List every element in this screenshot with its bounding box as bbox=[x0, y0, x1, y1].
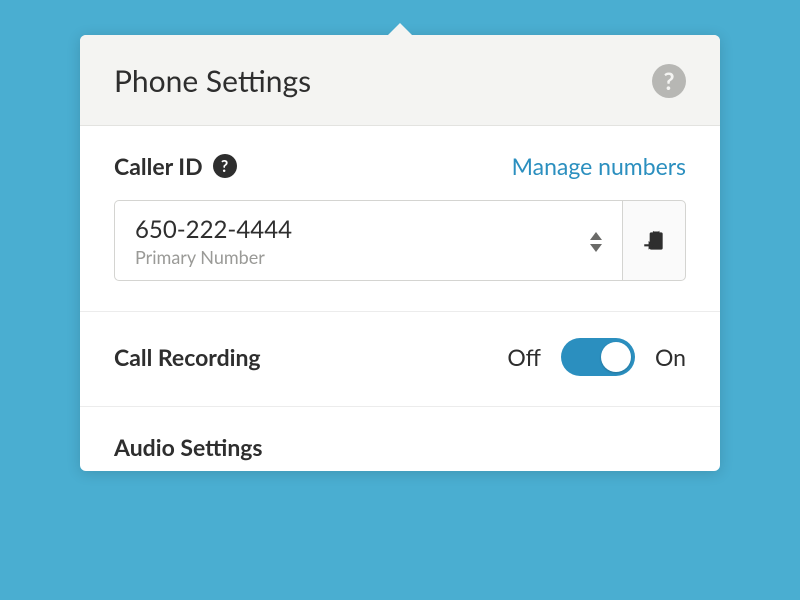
caller-id-section: Caller ID ? Manage numbers 650-222-4444 … bbox=[80, 126, 720, 312]
stepper-icon bbox=[590, 232, 602, 252]
panel-header: Phone Settings ? bbox=[80, 35, 720, 126]
paste-button[interactable] bbox=[622, 200, 686, 281]
manage-numbers-link[interactable]: Manage numbers bbox=[512, 152, 686, 180]
panel-title: Phone Settings bbox=[114, 63, 311, 99]
call-recording-label: Call Recording bbox=[114, 343, 261, 371]
call-recording-toggle[interactable] bbox=[561, 338, 635, 376]
off-label: Off bbox=[507, 343, 541, 371]
chevron-down-icon bbox=[590, 244, 602, 252]
paste-icon bbox=[641, 228, 667, 254]
call-recording-label-text: Call Recording bbox=[114, 343, 261, 371]
on-label: On bbox=[655, 343, 686, 371]
selected-number: 650-222-4444 bbox=[135, 215, 292, 244]
toggle-knob bbox=[601, 342, 631, 372]
caller-id-row: Caller ID ? Manage numbers bbox=[114, 152, 686, 180]
number-select[interactable]: 650-222-4444 Primary Number bbox=[114, 200, 622, 281]
call-recording-row: Call Recording Off On bbox=[114, 338, 686, 376]
help-icon[interactable]: ? bbox=[213, 154, 237, 178]
number-select-text: 650-222-4444 Primary Number bbox=[135, 215, 292, 268]
settings-panel: Phone Settings ? Caller ID ? Manage numb… bbox=[80, 35, 720, 471]
audio-settings-label: Audio Settings bbox=[114, 433, 686, 461]
caller-id-label-text: Caller ID bbox=[114, 152, 203, 180]
selected-number-label: Primary Number bbox=[135, 246, 292, 268]
caller-id-label: Caller ID ? bbox=[114, 152, 237, 180]
audio-settings-section: Audio Settings bbox=[80, 407, 720, 471]
number-select-group: 650-222-4444 Primary Number bbox=[114, 200, 686, 281]
call-recording-section: Call Recording Off On bbox=[80, 312, 720, 407]
help-icon[interactable]: ? bbox=[652, 64, 686, 98]
chevron-up-icon bbox=[590, 232, 602, 240]
panel-caret bbox=[387, 23, 413, 36]
audio-settings-label-text: Audio Settings bbox=[114, 433, 263, 461]
toggle-group: Off On bbox=[507, 338, 686, 376]
